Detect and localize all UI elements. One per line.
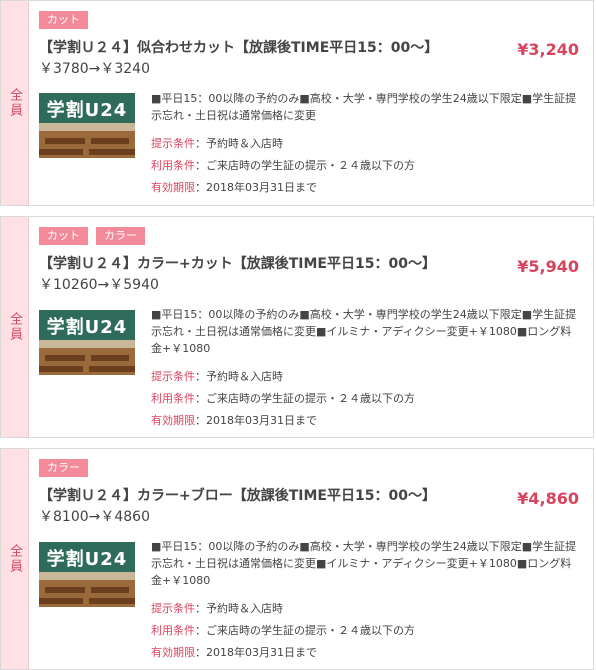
tag-badge: カラー: [39, 459, 88, 477]
coupon-price: ¥5,940: [517, 257, 579, 276]
use-condition: 利用条件：ご来店時の学生証の提示・２４歳以下の方: [151, 388, 415, 410]
tag-badge: カット: [39, 227, 88, 245]
coupon-price: ¥4,860: [517, 489, 579, 508]
tag-list: カット: [39, 11, 88, 29]
desk-row: [91, 587, 129, 593]
present-condition: 提示条件：予約時＆入店時: [151, 133, 415, 155]
present-condition-value: ：予約時＆入店時: [195, 370, 283, 383]
expiry: 有効期限：2018年03月31日まで: [151, 642, 415, 664]
coupon-title[interactable]: 【学割Ｕ２４】カラー+ブロー【放課後TIME平日15：00～】: [39, 486, 479, 507]
desk-row: [89, 149, 135, 155]
coupon-title-block[interactable]: 【学割Ｕ２４】似合わせカット【放課後TIME平日15：00～】 ￥3780→￥3…: [39, 38, 479, 80]
desk-row: [39, 149, 83, 155]
use-condition-value: ：ご来店時の学生証の提示・２４歳以下の方: [195, 624, 415, 637]
expiry-value: ：2018年03月31日まで: [195, 414, 317, 427]
coupon-card[interactable]: 全員 カラー 【学割Ｕ２４】カラー+ブロー【放課後TIME平日15：00～】 ￥…: [0, 448, 594, 670]
coupon-conditions: 提示条件：予約時＆入店時 利用条件：ご来店時の学生証の提示・２４歳以下の方 有効…: [151, 366, 415, 432]
price-change: ￥8100→￥4860: [39, 509, 150, 525]
coupon-card[interactable]: 全員 カット カラー 【学割Ｕ２４】カラー+カット【放課後TIME平日15：00…: [0, 216, 594, 438]
present-condition: 提示条件：予約時＆入店時: [151, 598, 415, 620]
target-side-label: 全員: [1, 217, 29, 437]
coupon-thumbnail: 学割U24: [39, 93, 135, 158]
classroom-wall: [39, 123, 135, 131]
coupon-description: ■平日15：00以降の予約のみ■高校・大学・専門学校の学生24歳以下限定■学生証…: [151, 308, 577, 355]
desk-row: [91, 138, 129, 144]
present-condition-label: 提示条件: [151, 137, 195, 150]
thumbnail-text: 学割U24: [46, 100, 128, 121]
present-condition-label: 提示条件: [151, 370, 195, 383]
coupon-price: ¥3,240: [517, 40, 579, 59]
use-condition-label: 利用条件: [151, 624, 195, 637]
coupon-conditions: 提示条件：予約時＆入店時 利用条件：ご来店時の学生証の提示・２４歳以下の方 有効…: [151, 133, 415, 199]
expiry-label: 有効期限: [151, 414, 195, 427]
use-condition-label: 利用条件: [151, 159, 195, 172]
target-side-label: 全員: [1, 449, 29, 669]
price-change: ￥3780→￥3240: [39, 61, 150, 77]
expiry-label: 有効期限: [151, 181, 195, 194]
target-label: 全員: [7, 312, 22, 342]
use-condition-label: 利用条件: [151, 392, 195, 405]
coupon-title-block[interactable]: 【学割Ｕ２４】カラー+ブロー【放課後TIME平日15：00～】 ￥8100→￥4…: [39, 486, 479, 528]
expiry-label: 有効期限: [151, 646, 195, 659]
coupon-title-block[interactable]: 【学割Ｕ２４】カラー+カット【放課後TIME平日15：00～】 ￥10260→￥…: [39, 254, 479, 296]
coupon-title[interactable]: 【学割Ｕ２４】似合わせカット【放課後TIME平日15：00～】: [39, 38, 479, 59]
tag-badge: カット: [39, 11, 88, 29]
expiry: 有効期限：2018年03月31日まで: [151, 410, 415, 432]
coupon-thumbnail: 学割U24: [39, 542, 135, 607]
present-condition-label: 提示条件: [151, 602, 195, 615]
present-condition-value: ：予約時＆入店時: [195, 602, 283, 615]
desk-row: [89, 366, 135, 372]
expiry-value: ：2018年03月31日まで: [195, 646, 317, 659]
target-label: 全員: [7, 544, 22, 574]
classroom-wall: [39, 340, 135, 348]
present-condition: 提示条件：予約時＆入店時: [151, 366, 415, 388]
desk-row: [45, 587, 85, 593]
use-condition-value: ：ご来店時の学生証の提示・２４歳以下の方: [195, 392, 415, 405]
price-change: ￥10260→￥5940: [39, 277, 159, 293]
present-condition-value: ：予約時＆入店時: [195, 137, 283, 150]
coupon-conditions: 提示条件：予約時＆入店時 利用条件：ご来店時の学生証の提示・２４歳以下の方 有効…: [151, 598, 415, 664]
use-condition-value: ：ご来店時の学生証の提示・２４歳以下の方: [195, 159, 415, 172]
classroom-wall: [39, 572, 135, 580]
desk-row: [39, 598, 83, 604]
desk-row: [91, 355, 129, 361]
expiry-value: ：2018年03月31日まで: [195, 181, 317, 194]
coupon-title[interactable]: 【学割Ｕ２４】カラー+カット【放課後TIME平日15：00～】: [39, 254, 479, 275]
thumbnail-text: 学割U24: [46, 317, 128, 338]
tag-list: カラー: [39, 459, 88, 477]
coupon-card[interactable]: 全員 カット 【学割Ｕ２４】似合わせカット【放課後TIME平日15：00～】 ￥…: [0, 0, 594, 206]
desk-row: [39, 366, 83, 372]
use-condition: 利用条件：ご来店時の学生証の提示・２４歳以下の方: [151, 620, 415, 642]
coupon-description: ■平日15：00以降の予約のみ■高校・大学・専門学校の学生24歳以下限定■学生証…: [151, 92, 577, 122]
expiry: 有効期限：2018年03月31日まで: [151, 177, 415, 199]
use-condition: 利用条件：ご来店時の学生証の提示・２４歳以下の方: [151, 155, 415, 177]
target-side-label: 全員: [1, 1, 29, 205]
thumbnail-text: 学割U24: [46, 549, 128, 570]
desk-row: [45, 355, 85, 361]
coupon-description: ■平日15：00以降の予約のみ■高校・大学・専門学校の学生24歳以下限定■学生証…: [151, 540, 577, 587]
tag-badge: カラー: [96, 227, 145, 245]
target-label: 全員: [7, 88, 22, 118]
desk-row: [45, 138, 85, 144]
coupon-thumbnail: 学割U24: [39, 310, 135, 375]
tag-list: カット カラー: [39, 227, 145, 245]
desk-row: [89, 598, 135, 604]
